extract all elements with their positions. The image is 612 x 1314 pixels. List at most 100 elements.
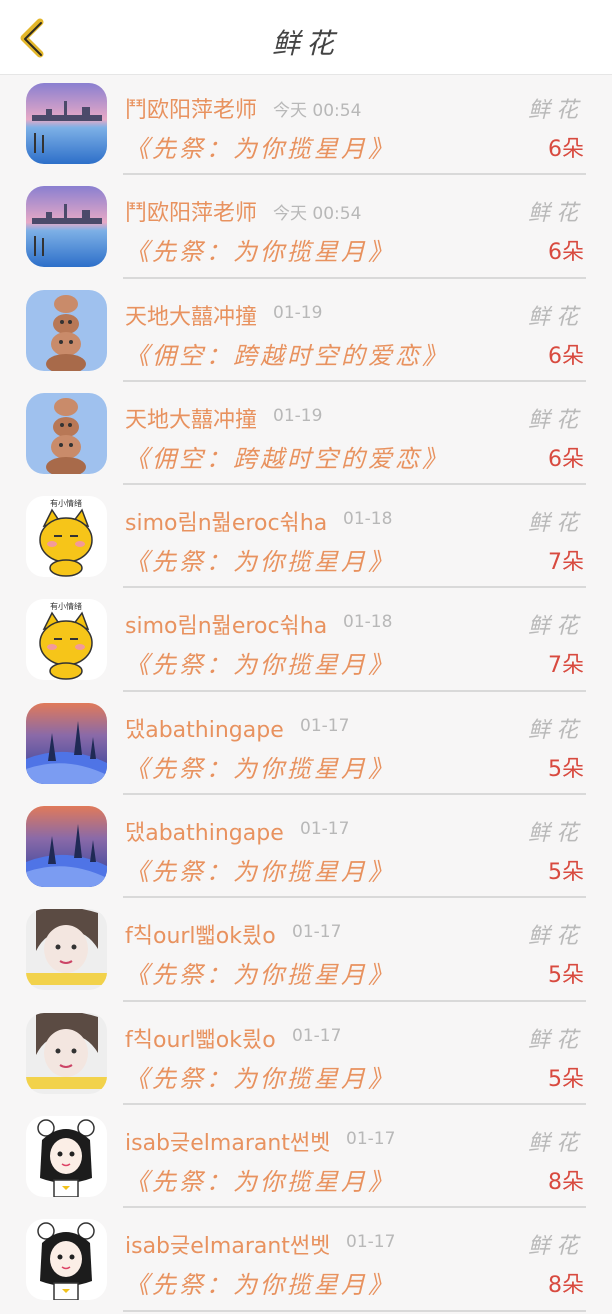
sender-name: 天地大囍冲撞 [125, 407, 258, 433]
flower-label: 鲜花 [527, 201, 584, 227]
avatar[interactable] [26, 702, 107, 784]
avatar[interactable] [26, 289, 107, 371]
divider [123, 793, 586, 796]
flower-count: 7朵 [548, 550, 584, 576]
timestamp: 01-19 [273, 302, 323, 323]
avatar[interactable] [26, 1115, 107, 1197]
avatar-caption: 有小情绪 [50, 601, 82, 611]
avatar[interactable] [26, 83, 107, 164]
work-title: 《佣空：跨越时空的爱恋》 [125, 444, 449, 473]
work-title: 《先祭：为你揽星月》 [125, 1167, 395, 1196]
divider [123, 689, 586, 692]
work-title: 《先祭：为你揽星月》 [125, 1271, 395, 1300]
divider [123, 379, 586, 382]
flower-count: 6朵 [548, 137, 584, 162]
flower-count: 5朵 [548, 756, 584, 782]
flower-label: 鲜花 [527, 821, 584, 847]
top-bar: 鲜花 [0, 0, 612, 75]
divider [123, 999, 586, 1002]
timestamp: 01-18 [343, 612, 393, 633]
timestamp: 今天 00:54 [273, 101, 362, 121]
list-item[interactable]: 有小情绪 simo림n뭚eroc쉮ha 01-18 《先祭：为你揽星月》 鲜花 … [0, 590, 612, 693]
sender-name: simo림n뭚eroc쉮ha [125, 511, 328, 537]
timestamp: 01-17 [292, 1025, 342, 1046]
work-title: 《先祭：为你揽星月》 [125, 135, 395, 163]
work-title: 《先祭：为你揽星月》 [125, 548, 395, 577]
sender-name: isab긎elmarant썬벳 [125, 1234, 331, 1260]
work-title: 《先祭：为你揽星月》 [125, 1064, 395, 1093]
flower-count: 7朵 [548, 653, 584, 679]
work-title: 《先祭：为你揽星月》 [125, 961, 395, 990]
flower-count: 6朵 [548, 240, 584, 266]
timestamp: 01-17 [346, 1232, 396, 1253]
sender-name: 댔abathingape [125, 821, 284, 847]
avatar-caption: 有小情绪 [50, 498, 82, 508]
flower-label: 鲜花 [527, 98, 584, 123]
flower-count: 5朵 [548, 963, 584, 989]
sender-name: 鬥欧阳萍老师 [125, 201, 258, 227]
list-item[interactable]: 天地大囍冲撞 01-19 《佣空：跨越时空的爱恋》 鲜花 6朵 [0, 384, 612, 487]
flower-label: 鲜花 [527, 407, 584, 433]
flower-label: 鲜花 [527, 304, 584, 330]
flower-count: 8朵 [548, 1273, 584, 1299]
timestamp: 01-17 [300, 819, 350, 840]
divider [123, 1309, 586, 1312]
flower-record-list: 鬥欧阳萍老师 今天 00:54 《先祭：为你揽星月》 鲜花 6朵 鬥欧阳萍老师 … [0, 74, 612, 1314]
flower-label: 鲜花 [527, 1130, 584, 1156]
divider [123, 483, 586, 486]
flower-label: 鲜花 [527, 1027, 584, 1053]
work-title: 《佣空：跨越时空的爱恋》 [125, 341, 449, 370]
list-item[interactable]: isab긎elmarant썬벳 01-17 《先祭：为你揽星月》 鲜花 8朵 [0, 1107, 612, 1210]
sender-name: 天地大囍冲撞 [125, 304, 258, 330]
avatar[interactable]: 有小情绪 [26, 496, 107, 578]
sender-name: f칙ourl뺇ok릤o [125, 924, 276, 950]
list-item[interactable]: 天地大囍冲撞 01-19 《佣空：跨越时空的爱恋》 鲜花 6朵 [0, 281, 612, 384]
flower-label: 鲜花 [527, 717, 584, 743]
timestamp: 01-18 [343, 509, 393, 530]
timestamp: 01-19 [273, 405, 323, 426]
sender-name: simo림n뭚eroc쉮ha [125, 614, 328, 640]
sender-name: 鬥欧阳萍老师 [125, 98, 258, 123]
work-title: 《先祭：为你揽星月》 [125, 238, 395, 267]
flower-count: 6朵 [548, 446, 584, 472]
divider [123, 276, 586, 279]
avatar[interactable] [26, 1219, 107, 1301]
flower-label: 鲜花 [527, 511, 584, 537]
timestamp: 01-17 [300, 715, 350, 736]
divider [123, 1206, 586, 1209]
divider [123, 896, 586, 899]
sender-name: 댔abathingape [125, 717, 284, 743]
avatar[interactable]: 有小情绪 [26, 599, 107, 681]
list-item[interactable]: f칙ourl뺇ok릤o 01-17 《先祭：为你揽星月》 鲜花 5朵 [0, 1004, 612, 1107]
list-item[interactable]: 댔abathingape 01-17 《先祭：为你揽星月》 鲜花 5朵 [0, 694, 612, 797]
avatar[interactable] [26, 392, 107, 474]
avatar[interactable] [26, 1012, 107, 1094]
divider [123, 586, 586, 589]
flower-count: 5朵 [548, 860, 584, 886]
avatar[interactable] [26, 186, 107, 268]
avatar[interactable] [26, 909, 107, 991]
flower-label: 鲜花 [527, 614, 584, 640]
list-item[interactable]: 有小情绪 simo림n뭚eroc쉮ha 01-18 《先祭：为你揽星月》 鲜花 … [0, 487, 612, 590]
divider [123, 1102, 586, 1105]
list-item[interactable]: 鬥欧阳萍老师 今天 00:54 《先祭：为你揽星月》 鲜花 6朵 [0, 74, 612, 177]
work-title: 《先祭：为你揽星月》 [125, 754, 395, 783]
list-item[interactable]: 鬥欧阳萍老师 今天 00:54 《先祭：为你揽星月》 鲜花 6朵 [0, 177, 612, 280]
flower-label: 鲜花 [527, 1234, 584, 1260]
page-title: 鲜花 [271, 27, 340, 60]
list-item[interactable]: 댔abathingape 01-17 《先祭：为你揽星月》 鲜花 5朵 [0, 797, 612, 900]
sender-name: isab긎elmarant썬벳 [125, 1130, 331, 1156]
work-title: 《先祭：为你揽星月》 [125, 651, 395, 680]
divider [123, 173, 586, 176]
timestamp: 01-17 [346, 1128, 396, 1149]
flower-label: 鲜花 [527, 924, 584, 950]
sender-name: f칙ourl뺇ok릤o [125, 1027, 276, 1053]
flower-count: 6朵 [548, 343, 584, 369]
list-item[interactable]: isab긎elmarant썬벳 01-17 《先祭：为你揽星月》 鲜花 8朵 [0, 1210, 612, 1313]
flower-count: 5朵 [548, 1066, 584, 1092]
avatar[interactable] [26, 806, 107, 888]
timestamp: 今天 00:54 [273, 204, 362, 225]
timestamp: 01-17 [292, 922, 342, 943]
flower-count: 8朵 [548, 1169, 584, 1195]
list-item[interactable]: f칙ourl뺇ok릤o 01-17 《先祭：为你揽星月》 鲜花 5朵 [0, 900, 612, 1003]
